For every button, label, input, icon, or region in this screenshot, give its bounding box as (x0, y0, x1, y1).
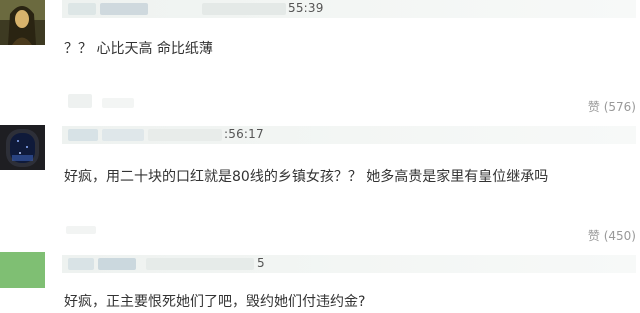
like-button[interactable]: 赞 (576) (588, 98, 636, 115)
avatar[interactable] (0, 0, 45, 45)
comment-time: :56:17 (224, 127, 264, 141)
portrait-painting-icon (0, 0, 45, 45)
like-button[interactable]: 赞 (450) (588, 227, 636, 244)
comment-meta: :56:17 (62, 126, 636, 144)
blurred-username (68, 258, 94, 270)
like-label: 赞 (587, 100, 600, 114)
airplane-window-night-icon (0, 125, 45, 170)
comment-item-1: 55:39 ？？ 心比天高 命比纸薄 (0, 0, 640, 90)
comment-time: 55:39 (288, 1, 324, 15)
blurred-reply-hint (102, 98, 134, 108)
blurred-username (68, 3, 96, 15)
comment-text: 好疯，用二十块的口红就是80线的乡镇女孩？？ 她多高贵是家里有皇位继承吗 (64, 169, 549, 185)
avatar[interactable] (0, 125, 45, 170)
like-count: (450) (603, 229, 636, 243)
comment-meta: 5 (62, 255, 636, 273)
comment-time: 5 (257, 256, 265, 270)
blurred-reply-hint (68, 94, 92, 108)
comment-item-2: :56:17 好疯，用二十块的口红就是80线的乡镇女孩？？ 她多高贵是家里有皇位… (0, 125, 640, 230)
green-solid-icon (0, 252, 45, 288)
comment-text: 好疯，正主要恨死她们了吧，毁约她们付违约金? (64, 294, 366, 310)
blurred-date (146, 258, 254, 270)
blurred-reply-hint (66, 226, 96, 234)
comment-text: ？？ 心比天高 命比纸薄 (64, 41, 213, 57)
blurred-date (148, 129, 222, 141)
blurred-username (68, 129, 98, 141)
like-count: (576) (603, 100, 636, 114)
blurred-username (98, 258, 136, 270)
comment-meta: 55:39 (62, 0, 636, 18)
blurred-date (202, 3, 286, 15)
like-label: 赞 (587, 229, 600, 243)
blurred-username (102, 129, 144, 141)
avatar[interactable] (0, 252, 45, 288)
blurred-username (100, 3, 148, 15)
comment-item-3: 5 好疯，正主要恨死她们了吧，毁约她们付违约金? (0, 252, 640, 313)
